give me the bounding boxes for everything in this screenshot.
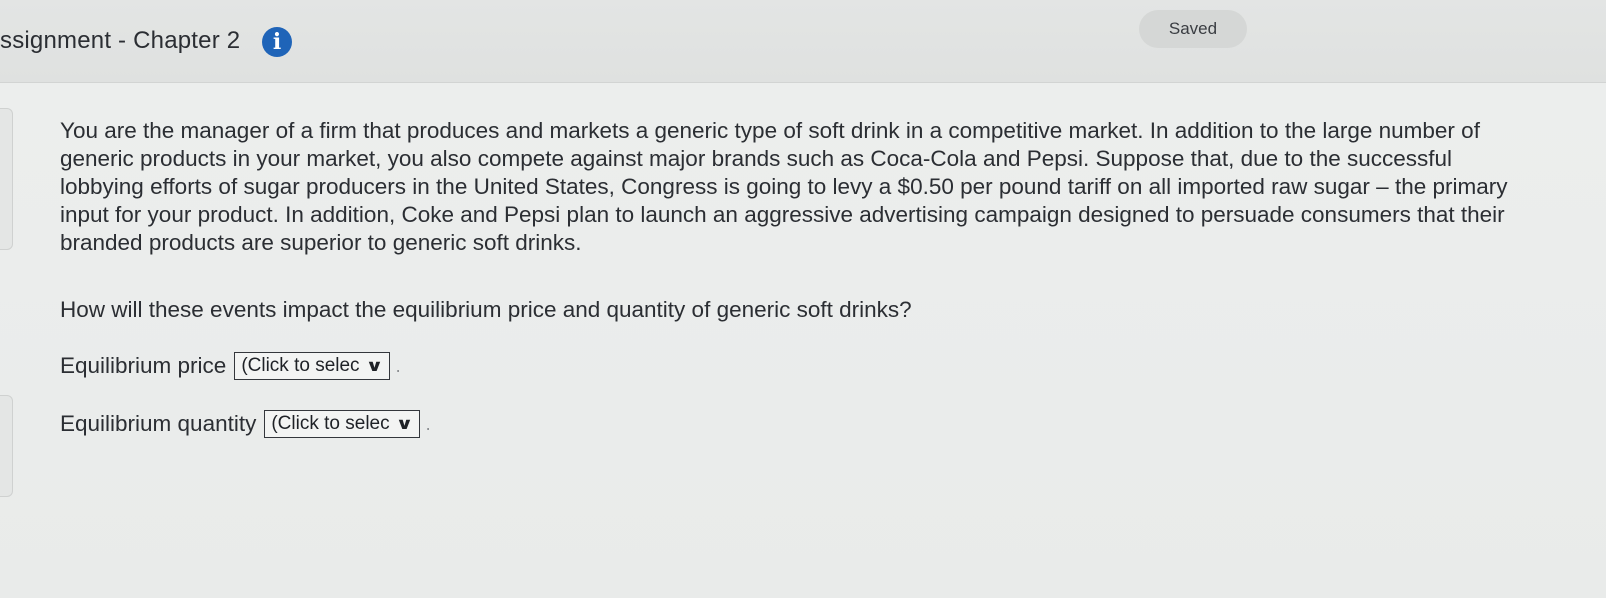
dropdown-value: (Click to selec [241, 355, 360, 376]
equilibrium-price-dropdown[interactable]: (Click to selec ∨ [234, 352, 390, 380]
saved-status-badge: Saved [1139, 10, 1247, 48]
equilibrium-price-label: Equilibrium price [60, 353, 227, 378]
separator-dot: . [425, 413, 431, 434]
equilibrium-quantity-row: Equilibrium quantity (Click to selec ∨ . [60, 408, 431, 440]
side-tab [0, 108, 13, 250]
question-panel: You are the manager of a firm that produ… [0, 83, 1606, 598]
page-title: ssignment - Chapter 2 [0, 27, 241, 54]
top-bar: ssignment - Chapter 2 i Saved [0, 0, 1606, 83]
equilibrium-quantity-dropdown[interactable]: (Click to selec ∨ [264, 410, 420, 438]
separator-dot: . [395, 355, 401, 376]
side-tab [0, 395, 13, 497]
chevron-down-icon: ∨ [364, 358, 384, 375]
dropdown-value: (Click to selec [271, 413, 390, 434]
question-text: You are the manager of a firm that produ… [60, 118, 1508, 255]
question-prompt: How will these events impact the equilib… [60, 297, 912, 322]
equilibrium-quantity-label: Equilibrium quantity [60, 411, 257, 436]
equilibrium-price-row: Equilibrium price (Click to selec ∨ . [60, 350, 401, 382]
info-icon[interactable]: i [262, 27, 292, 57]
chevron-down-icon: ∨ [395, 416, 414, 433]
